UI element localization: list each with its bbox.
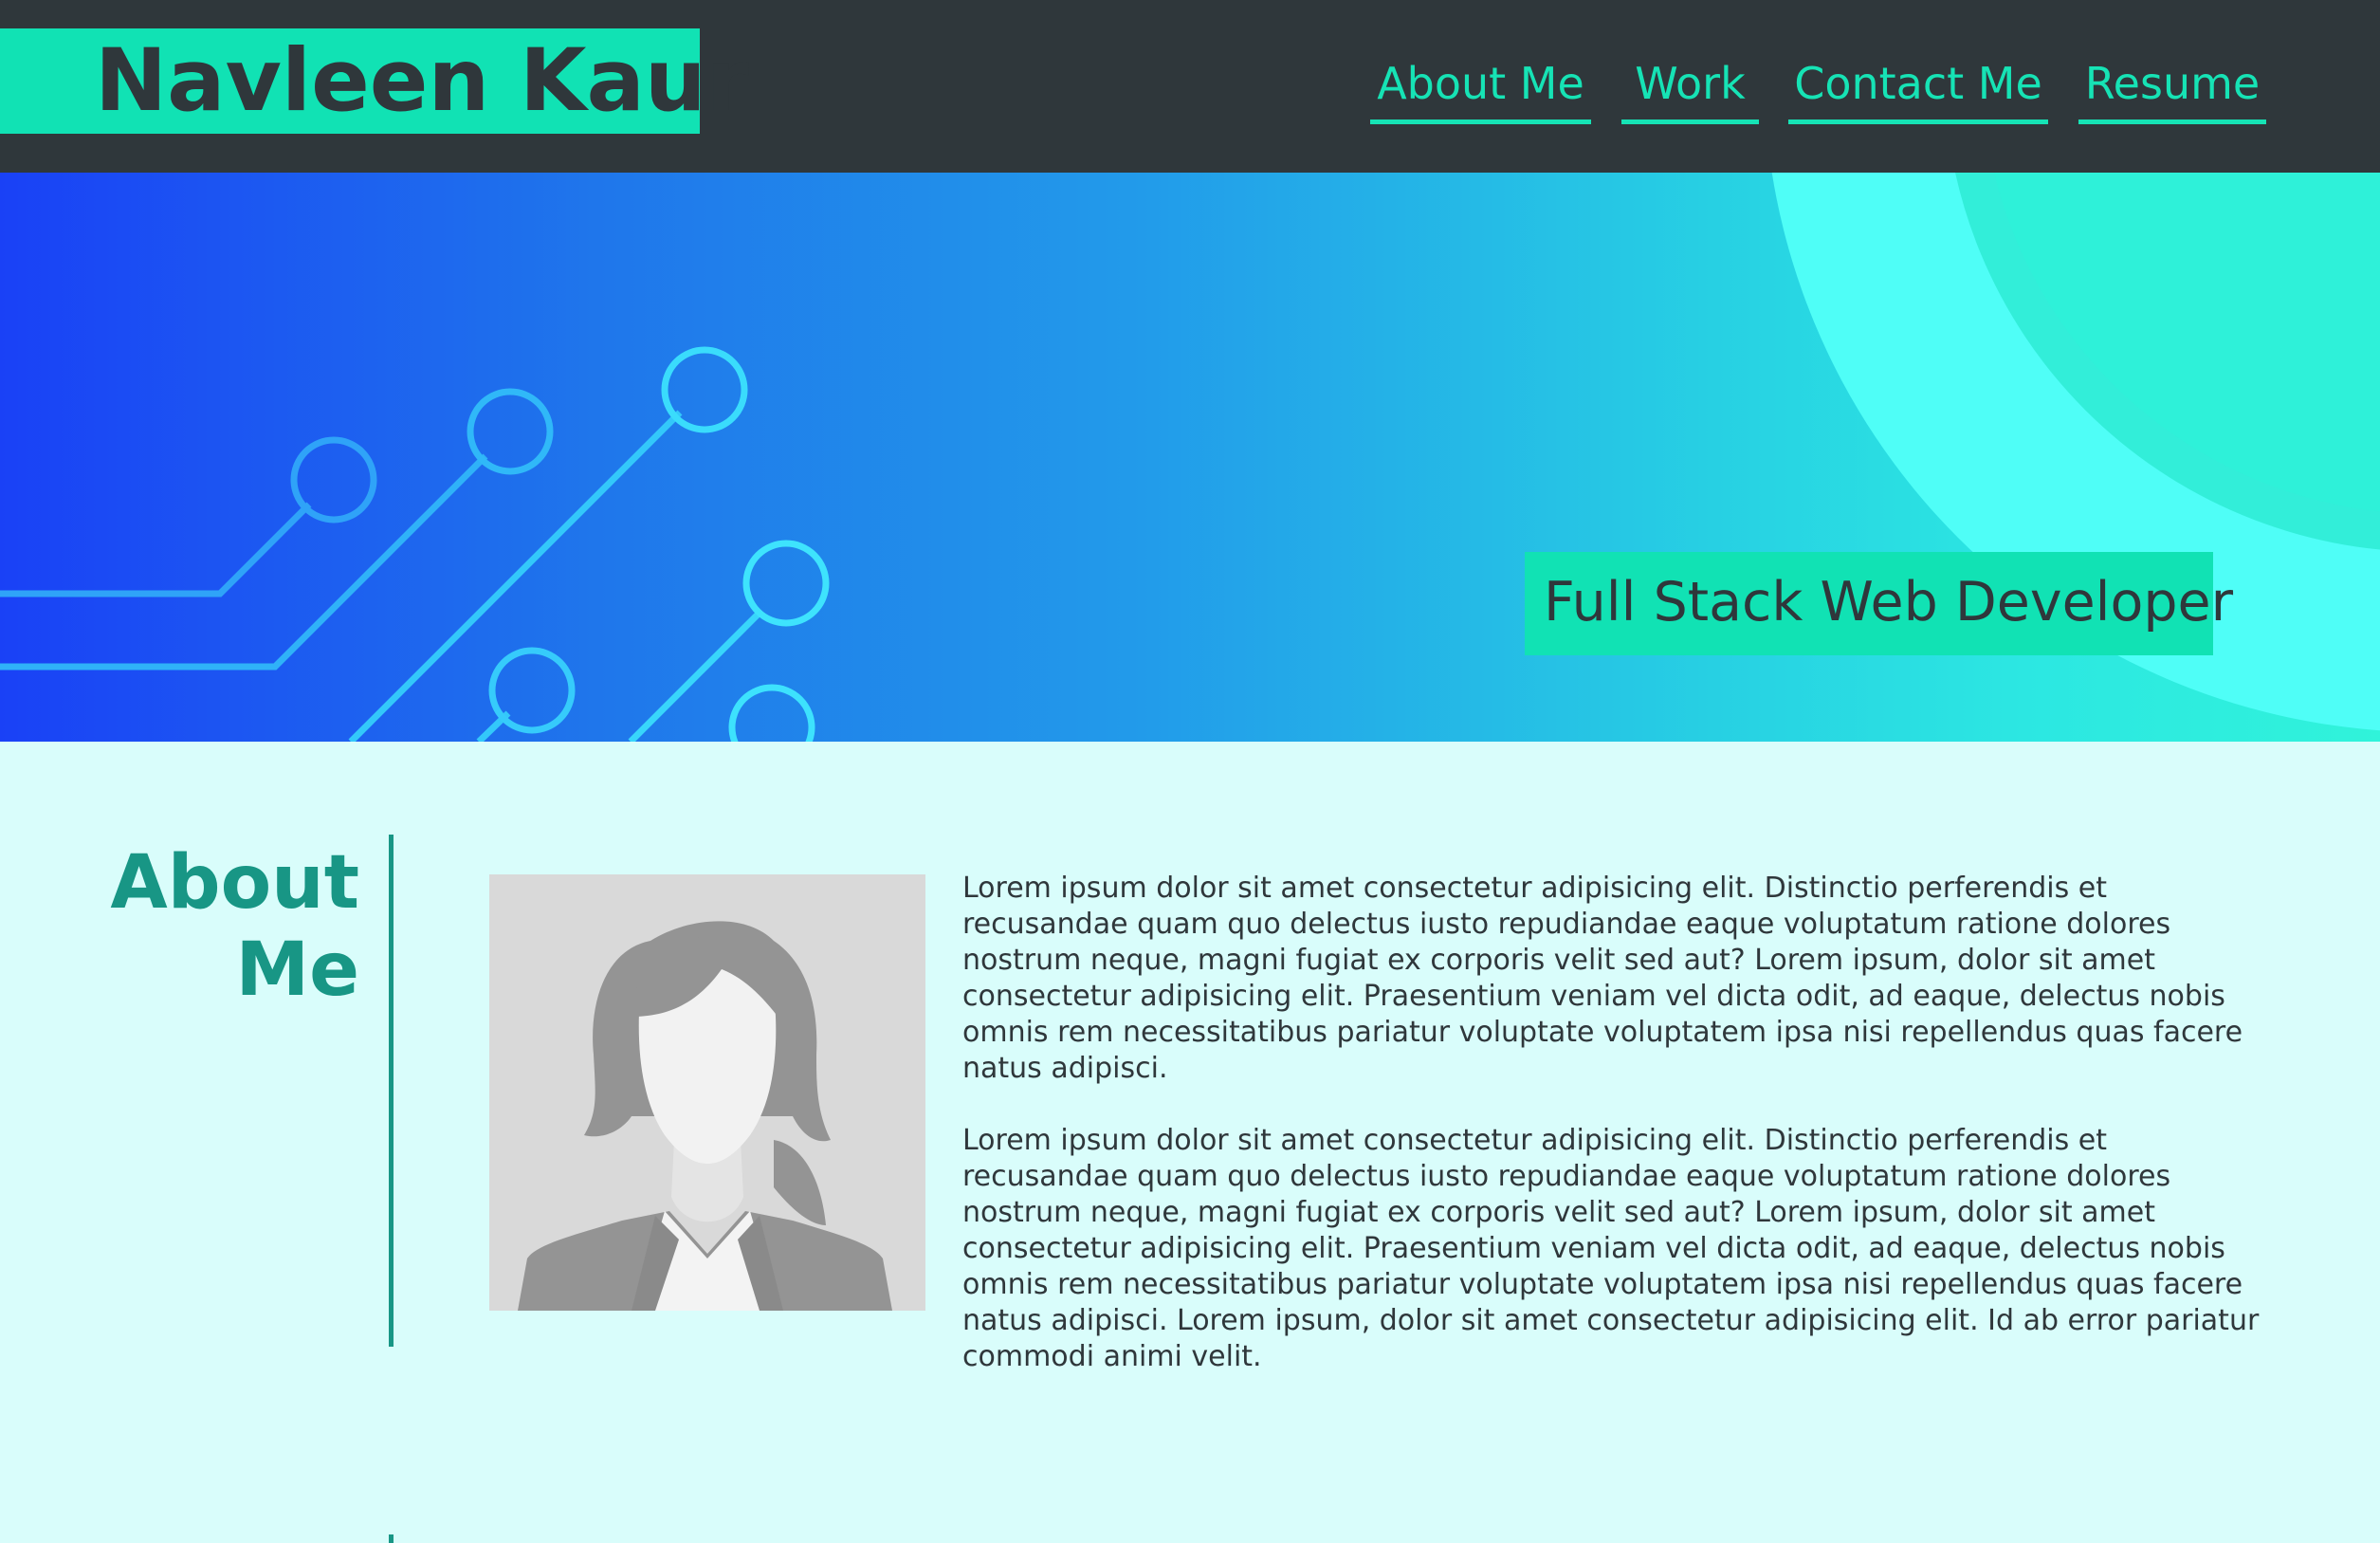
about-heading-line2: Me: [235, 928, 359, 1013]
circuit-lines-icon: [0, 346, 830, 742]
tagline-box: Full Stack Web Developer: [1525, 552, 2233, 655]
brand-name[interactable]: Navleen Kaur: [95, 34, 749, 129]
site-header: Navleen Kaur About Me Work Contact Me Re…: [0, 0, 2380, 173]
nav-link-about-me[interactable]: About Me: [1370, 53, 1591, 124]
about-heading-line1: About: [110, 840, 359, 926]
hero-decoration: [0, 173, 2380, 742]
about-heading: About Me: [75, 839, 359, 1014]
brand-block[interactable]: Navleen Kaur: [0, 28, 749, 134]
hero-tagline: Full Stack Web Developer: [1544, 571, 2234, 634]
nav-link-work[interactable]: Work: [1621, 53, 1759, 124]
nav-link-contact-me[interactable]: Contact Me: [1788, 53, 2048, 124]
person-placeholder-icon: [518, 921, 892, 1311]
about-text: Lorem ipsum dolor sit amet consectetur a…: [962, 871, 2280, 1411]
about-paragraph-1: Lorem ipsum dolor sit amet consectetur a…: [962, 872, 2243, 1085]
about-paragraph-2: Lorem ipsum dolor sit amet consectetur a…: [962, 1124, 2260, 1373]
next-section-divider-line: [389, 1534, 394, 1543]
profile-photo: [489, 874, 925, 1311]
nav-link-resume[interactable]: Resume: [2078, 53, 2266, 124]
section-divider-line: [389, 835, 394, 1347]
hero-banner: Full Stack Web Developer: [0, 173, 2380, 742]
